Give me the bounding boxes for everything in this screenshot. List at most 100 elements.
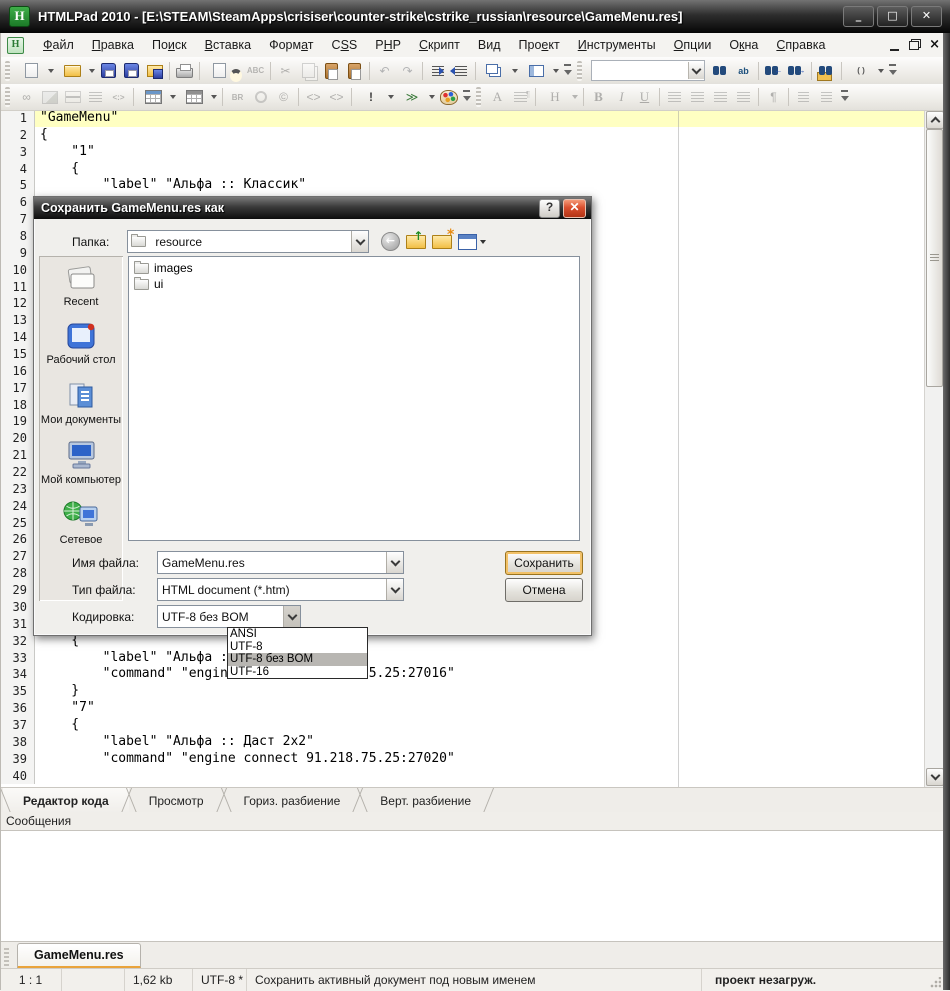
dialog-help-button[interactable]: ? [539,199,560,218]
view-menu-button[interactable] [457,231,487,253]
menu-item[interactable]: Скрипт [410,35,469,55]
print-icon[interactable] [173,60,196,82]
mdi-restore-icon[interactable] [909,41,919,50]
menu-item[interactable]: Вставка [196,35,260,55]
encoding-combo[interactable]: UTF-8 без BOM [157,605,301,628]
line-number: 36 [0,700,35,717]
dialog-close-button[interactable]: ✕ [563,199,586,218]
paste-icon[interactable] [320,60,343,82]
table-icon[interactable] [137,86,178,108]
menu-items: ФайлПравкаПоискВставкаФорматCSSPHPСкрипт… [34,35,834,55]
regex-icon[interactable]: ( ) [845,60,886,82]
save-button[interactable]: Сохранить [505,551,583,575]
up-folder-button[interactable] [405,231,427,253]
close-button[interactable]: ✕ [911,6,942,27]
messages-panel-header[interactable]: Сообщения [0,812,943,831]
menu-item[interactable]: Формат [260,35,322,55]
place-my-documents[interactable]: Мои документы [41,380,121,427]
toolbar-overflow-icon[interactable] [460,86,473,108]
find-previous-icon[interactable]: ← [762,60,785,82]
save-all-icon[interactable] [120,60,143,82]
filename-combo[interactable]: GameMenu.res [157,551,404,574]
mdi-minimize-icon[interactable] [890,40,899,51]
minimize-button[interactable]: _ [843,6,874,27]
preview-icon[interactable] [203,60,244,82]
search-input[interactable] [592,63,688,78]
new-document-icon[interactable] [15,60,56,82]
menu-item[interactable]: Файл [34,35,83,55]
form-icon[interactable] [178,86,219,108]
line-number: 37 [0,717,35,734]
menu-item[interactable]: Поиск [143,35,196,55]
encoding-option[interactable]: UTF-8 [228,641,367,654]
open-file-icon[interactable] [56,60,97,82]
cascade-windows-icon[interactable] [479,60,520,82]
menu-item[interactable]: Инструменты [569,35,665,55]
menu-item[interactable]: PHP [366,35,410,55]
ordered-list-icon [815,86,838,108]
italic-icon: I [610,86,633,108]
palette-icon[interactable] [437,86,460,108]
paste-special-icon[interactable] [343,60,366,82]
code-line: 3 "1" [0,144,943,161]
scrollbar-thumb[interactable] [926,129,943,387]
menu-item[interactable]: Справка [767,35,834,55]
place-desktop[interactable]: Рабочий стол [46,322,115,367]
encoding-option[interactable]: UTF-8 без BOM [228,653,367,666]
place-recent[interactable]: Recent [61,264,101,309]
search-combo[interactable] [591,60,705,81]
menu-item[interactable]: Вид [469,35,510,55]
toolbar-overflow-icon[interactable] [561,60,574,82]
toolbar-separator [169,62,170,80]
place-network[interactable]: Сетевое [60,500,103,547]
save-copy-icon[interactable] [143,60,166,82]
menu-item[interactable]: Окна [720,35,767,55]
folder-combo-arrow[interactable] [351,231,368,252]
folder-combo-value: resource [151,235,351,249]
filename-combo-arrow[interactable] [386,552,403,573]
special-char-icon[interactable]: ! [355,86,396,108]
view-tab[interactable]: Редактор кода [3,788,129,813]
insert-arrow-icon[interactable]: ≫ [396,86,437,108]
resize-grip[interactable] [929,977,941,989]
scroll-up-button[interactable] [926,111,943,129]
menu-item[interactable]: Опции [665,35,721,55]
view-tab[interactable]: Верт. разбиение [360,788,491,813]
search-dropdown-button[interactable] [688,62,704,79]
file-list-item[interactable]: ui [131,276,577,292]
dialog-title-bar[interactable]: Сохранить GameMenu.res как ? ✕ [34,197,591,219]
outdent-icon[interactable] [449,60,472,82]
filetype-combo[interactable]: HTML document (*.htm) [157,578,404,601]
vertical-scrollbar[interactable] [924,110,943,787]
find-next-icon[interactable]: → [785,60,808,82]
scroll-down-button[interactable] [926,768,943,786]
file-list-item[interactable]: images [131,260,577,276]
save-icon[interactable] [97,60,120,82]
find-in-files-icon[interactable] [815,60,838,82]
mdi-close-icon[interactable]: × [929,40,940,50]
document-tab[interactable]: GameMenu.res [17,943,141,969]
replace-icon[interactable]: ab [732,60,755,82]
encoding-option[interactable]: UTF-16 [228,666,367,679]
folder-combo[interactable]: resource [127,230,369,253]
toolbar-overflow-icon[interactable] [838,86,851,108]
find-icon[interactable] [709,60,732,82]
view-tab[interactable]: Гориз. разбиение [224,788,361,813]
view-tab[interactable]: Просмотр [129,788,224,813]
indent-icon[interactable] [426,60,449,82]
toolbar-overflow-icon[interactable] [886,60,899,82]
menu-item[interactable]: CSS [323,35,367,55]
encoding-option[interactable]: ANSI [228,628,367,641]
window-left-border [0,33,1,990]
split-view-icon[interactable] [520,60,561,82]
filetype-combo-arrow[interactable] [386,579,403,600]
file-list[interactable]: images ui [128,256,580,541]
line-number: 6 [0,194,35,211]
new-folder-button[interactable] [431,231,453,253]
encoding-combo-arrow[interactable] [283,606,300,627]
menu-item[interactable]: Проект [510,35,569,55]
cancel-button[interactable]: Отмена [505,578,583,602]
maximize-button[interactable]: □ [877,6,908,27]
menu-item[interactable]: Правка [83,35,143,55]
place-my-computer[interactable]: Мой компьютер [41,440,121,487]
